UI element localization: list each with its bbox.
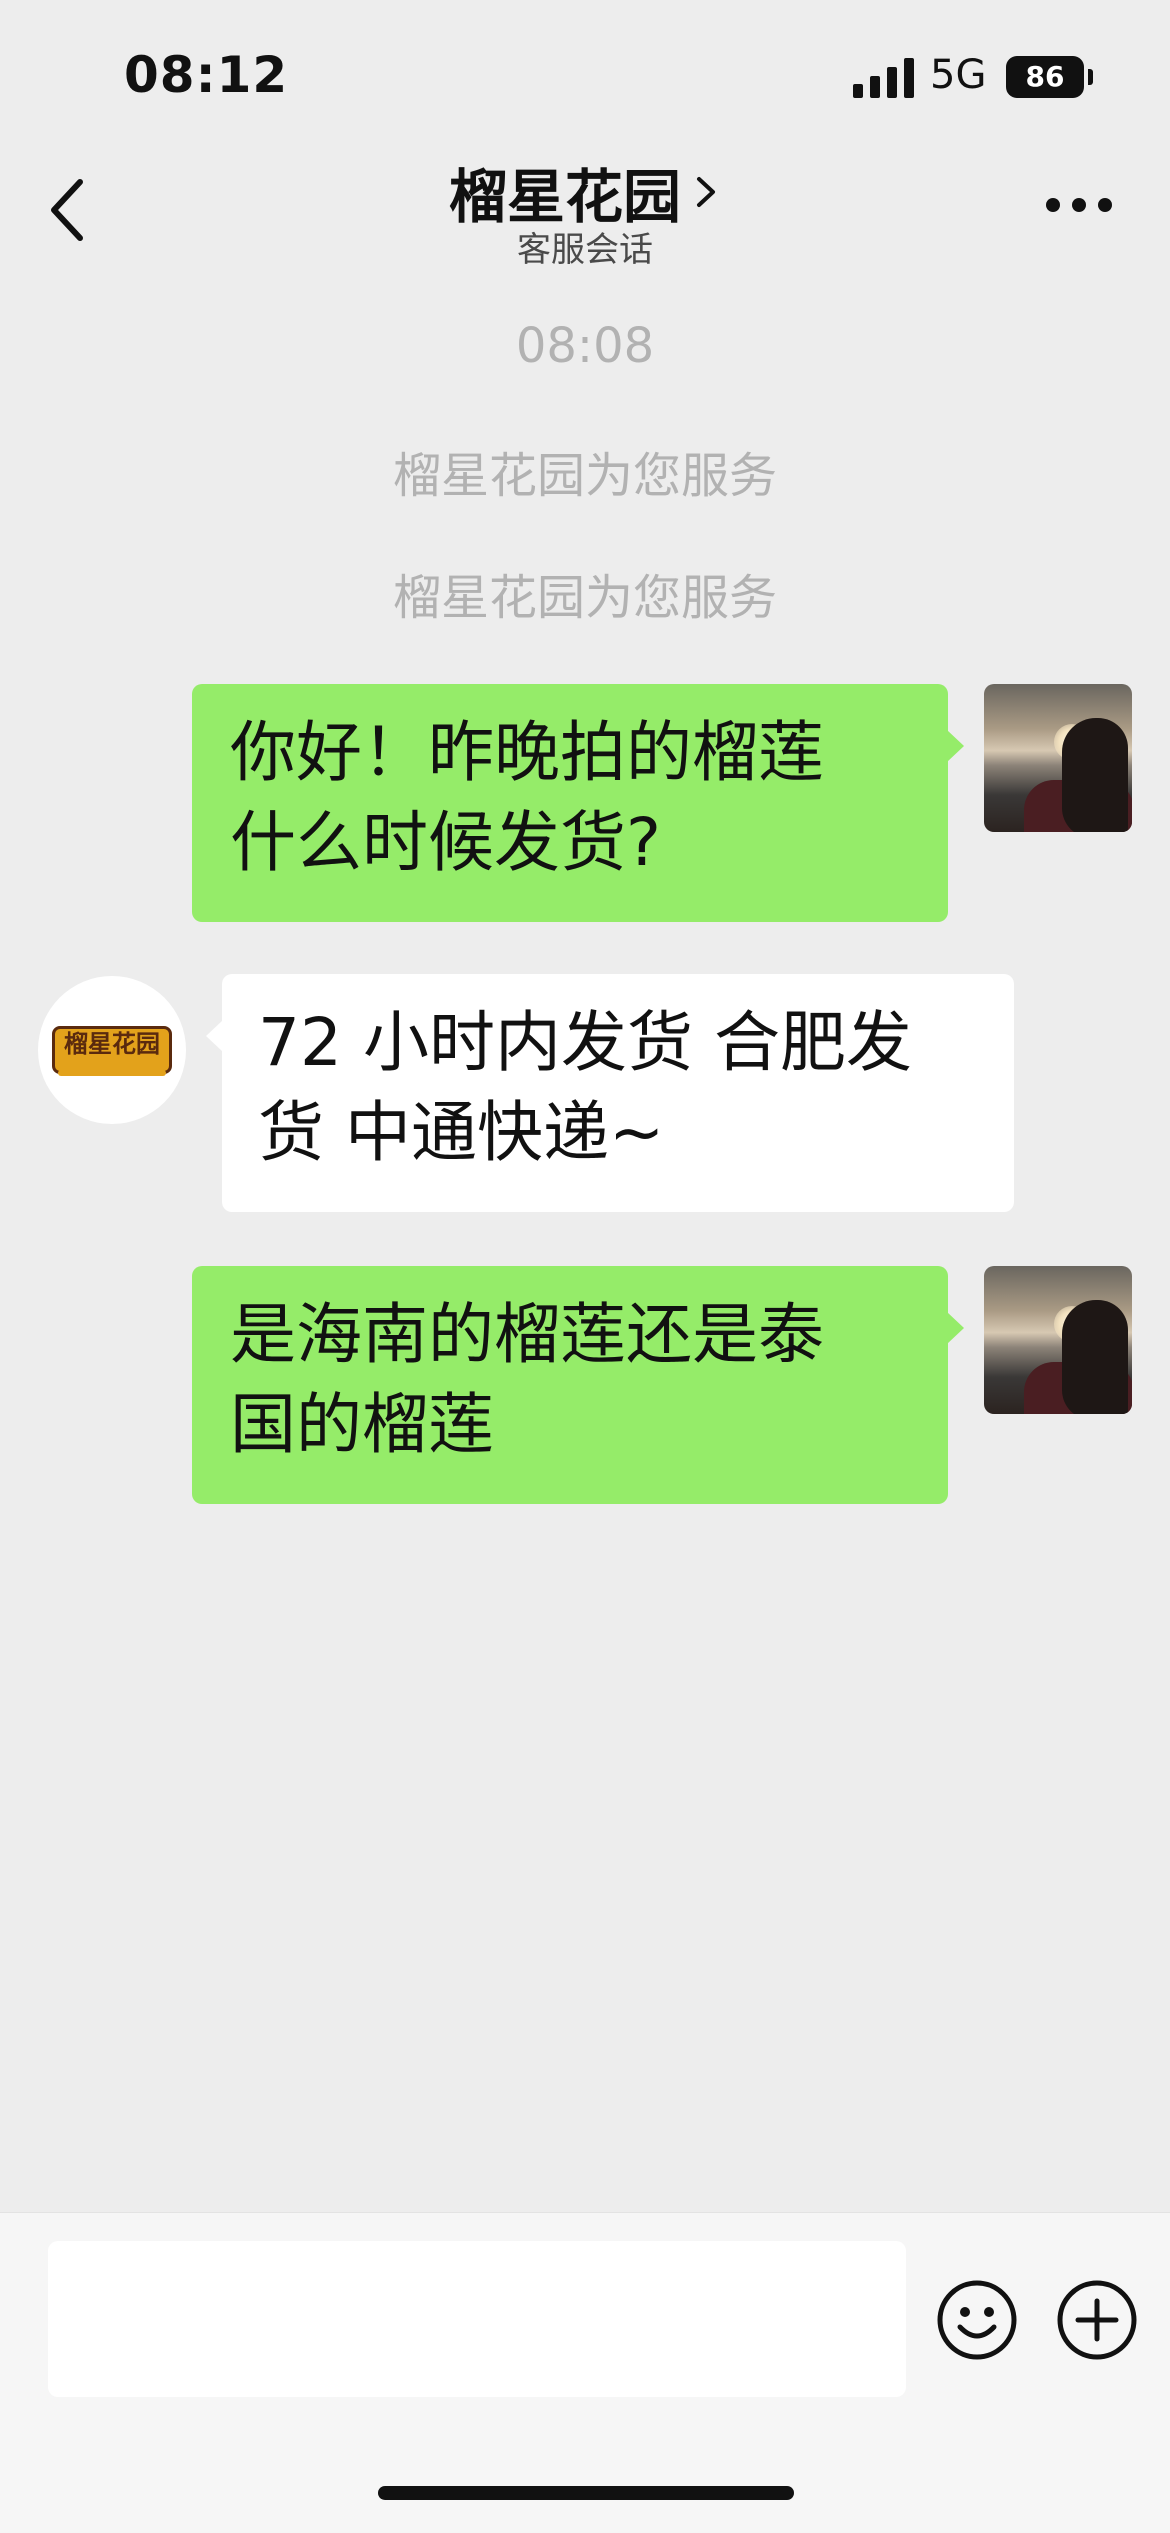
status-time: 08:12 bbox=[124, 46, 289, 104]
service-notice: 榴星花园为您服务 bbox=[392, 448, 777, 504]
shop-avatar[interactable]: 榴星花园 bbox=[38, 976, 186, 1124]
page-subtitle: 客服会话 bbox=[517, 230, 653, 270]
outgoing-message-bubble[interactable]: 你好！昨晚拍的榴莲 什么时候发货? bbox=[192, 684, 964, 922]
battery-level: 86 bbox=[1006, 56, 1084, 98]
message-line: 国的榴莲 bbox=[230, 1386, 494, 1463]
smiley-icon[interactable] bbox=[936, 2279, 1018, 2361]
input-bar bbox=[0, 2212, 1170, 2533]
service-notice: 榴星花园为您服务 bbox=[392, 570, 777, 626]
battery-icon: 86 bbox=[1006, 56, 1094, 98]
chevron-right-icon[interactable] bbox=[691, 167, 721, 217]
avatar-figure bbox=[1062, 1300, 1128, 1414]
message-line: 是海南的榴莲还是泰 bbox=[230, 1296, 824, 1373]
battery-cap bbox=[1088, 69, 1093, 85]
message-line: 72 小时内发货 合肥发 bbox=[258, 1004, 912, 1081]
plus-circle-icon[interactable] bbox=[1056, 2279, 1138, 2361]
signal-icon bbox=[853, 58, 914, 98]
shop-logo: 榴星花园 bbox=[52, 1026, 172, 1074]
incoming-message-bubble[interactable]: 72 小时内发货 合肥发 货 中通快递~ bbox=[206, 974, 1014, 1212]
outgoing-message-bubble[interactable]: 是海南的榴莲还是泰 国的榴莲 bbox=[192, 1266, 964, 1504]
message-input[interactable] bbox=[48, 2241, 906, 2397]
home-indicator[interactable] bbox=[378, 2486, 794, 2500]
user-avatar[interactable] bbox=[984, 684, 1132, 832]
status-bar: 08:12 5G 86 bbox=[0, 0, 1170, 140]
shop-logo-strip bbox=[58, 1070, 166, 1076]
user-avatar[interactable] bbox=[984, 1266, 1132, 1414]
network-type: 5G bbox=[930, 52, 987, 98]
message-line: 货 中通快递~ bbox=[258, 1094, 665, 1171]
nav-bar: 榴星花园 客服会话 bbox=[0, 140, 1170, 270]
avatar-figure bbox=[1062, 718, 1128, 832]
message-line: 你好！昨晚拍的榴莲 bbox=[230, 714, 824, 791]
more-icon[interactable] bbox=[1044, 195, 1114, 215]
message-timestamp: 08:08 bbox=[515, 318, 655, 374]
message-line: 什么时候发货? bbox=[230, 804, 662, 881]
